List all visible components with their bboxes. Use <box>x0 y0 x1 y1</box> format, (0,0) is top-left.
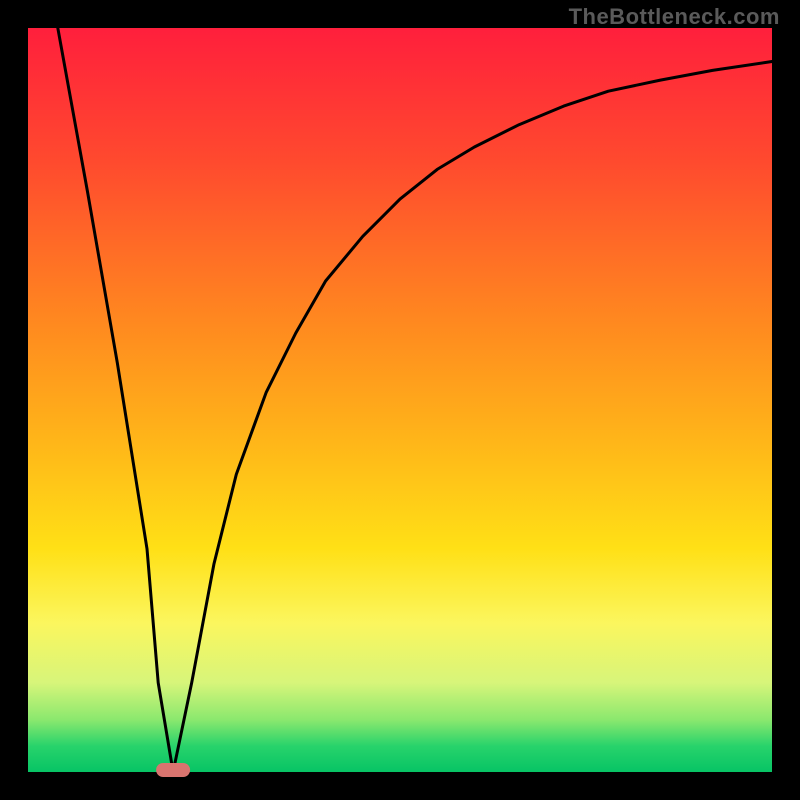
optimal-point-marker <box>156 763 190 777</box>
gradient-background <box>28 28 772 772</box>
chart-svg <box>0 0 800 800</box>
bottleneck-chart <box>0 0 800 800</box>
watermark-text: TheBottleneck.com <box>569 4 780 30</box>
